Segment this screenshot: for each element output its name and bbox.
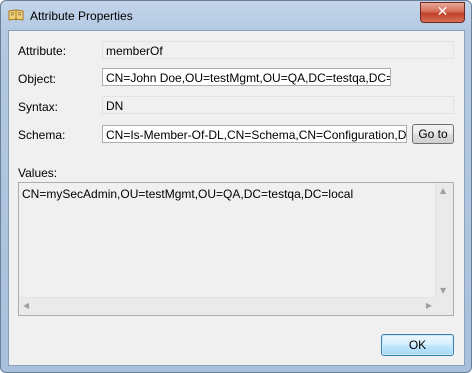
horizontal-scrollbar[interactable]: ◀ ▶ bbox=[19, 297, 436, 315]
scrollbar-corner bbox=[436, 298, 453, 315]
vertical-scrollbar[interactable]: ▲ ▼ bbox=[435, 183, 453, 298]
object-label: Object: bbox=[18, 72, 57, 86]
scroll-up-icon[interactable]: ▲ bbox=[440, 186, 446, 195]
attribute-properties-dialog: Attribute Properties ✕ Attribute: member… bbox=[0, 0, 472, 373]
value-item[interactable]: CN=mySecAdmin,OU=testMgmt,OU=QA,DC=testq… bbox=[22, 187, 353, 201]
close-icon: ✕ bbox=[436, 4, 449, 20]
object-field[interactable]: CN=John Doe,OU=testMgmt,OU=QA,DC=testqa,… bbox=[102, 68, 391, 86]
close-button[interactable]: ✕ bbox=[420, 2, 465, 23]
values-list[interactable]: CN=mySecAdmin,OU=testMgmt,OU=QA,DC=testq… bbox=[18, 182, 454, 316]
schema-field[interactable]: CN=Is-Member-Of-DL,CN=Schema,CN=Configur… bbox=[102, 125, 407, 143]
schema-label: Schema: bbox=[18, 128, 66, 142]
scroll-down-icon[interactable]: ▼ bbox=[440, 286, 446, 295]
title-bar[interactable]: Attribute Properties ✕ bbox=[1, 1, 471, 31]
dialog-body: Attribute: memberOf Object: CN=John Doe,… bbox=[8, 30, 465, 366]
syntax-label: Syntax: bbox=[18, 100, 59, 114]
scroll-right-icon[interactable]: ▶ bbox=[426, 301, 432, 310]
syntax-field[interactable]: DN bbox=[102, 96, 454, 114]
window-title: Attribute Properties bbox=[30, 9, 133, 23]
scroll-left-icon[interactable]: ◀ bbox=[23, 301, 29, 310]
values-label: Values: bbox=[18, 166, 58, 180]
go-to-button[interactable]: Go to bbox=[412, 124, 454, 144]
attribute-label: Attribute: bbox=[18, 44, 67, 58]
ok-button[interactable]: OK bbox=[381, 334, 454, 356]
book-icon bbox=[8, 7, 24, 23]
attribute-field[interactable]: memberOf bbox=[102, 41, 454, 59]
